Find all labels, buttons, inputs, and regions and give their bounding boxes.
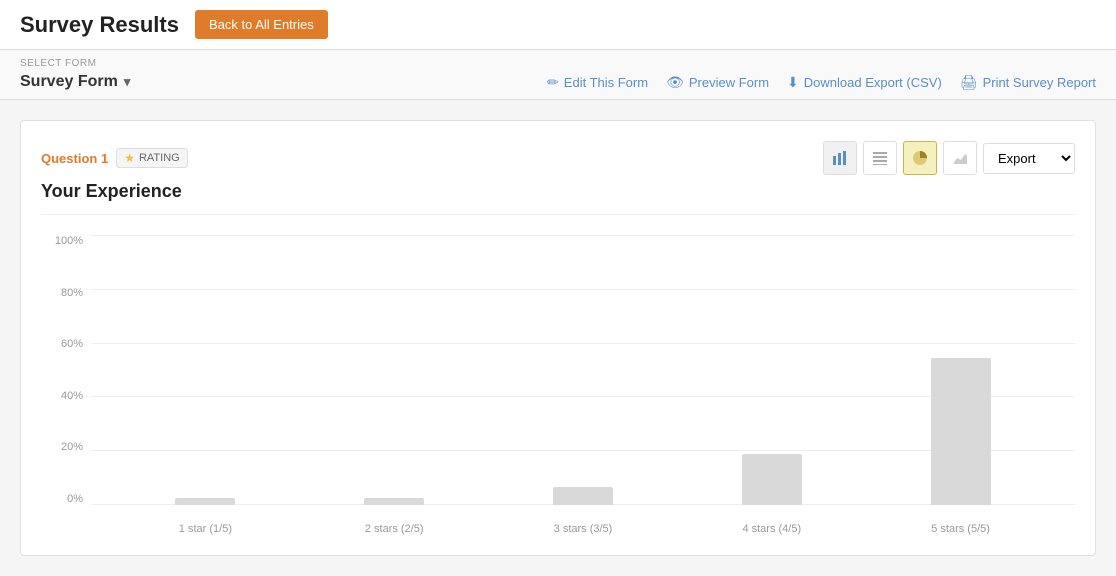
- bar-group: [677, 454, 866, 505]
- preview-form-link[interactable]: 👁 Preview Form: [666, 74, 769, 91]
- top-bar: Survey Results Back to All Entries: [0, 0, 1116, 50]
- bar-group: [489, 487, 678, 505]
- edit-form-link[interactable]: ✏ Edit This Form: [547, 74, 648, 91]
- x-axis-label: 1 star (1/5): [111, 523, 300, 535]
- main-content: Question 1 ★ RATING: [0, 100, 1116, 576]
- pie-chart-button[interactable]: [903, 141, 937, 175]
- question-title: Your Experience: [41, 181, 1075, 202]
- table-chart-button[interactable]: [863, 141, 897, 175]
- bar: [175, 498, 235, 505]
- y-axis-label: 80%: [61, 287, 83, 299]
- print-icon: 🖨: [960, 74, 978, 91]
- rating-badge: ★ RATING: [116, 148, 188, 168]
- bars-container: [91, 235, 1075, 505]
- bar-group: [111, 498, 300, 505]
- edit-form-label: Edit This Form: [564, 75, 648, 90]
- form-toolbar: SELECT FORM Survey Form ▾ ✏ Edit This Fo…: [0, 50, 1116, 100]
- select-form-label: SELECT FORM: [20, 58, 1096, 69]
- y-axis-label: 100%: [55, 235, 83, 247]
- y-axis-label: 20%: [61, 441, 83, 453]
- form-actions: ✏ Edit This Form 👁 Preview Form ⬇ Downlo…: [547, 74, 1096, 91]
- eye-icon: 👁: [666, 74, 684, 91]
- y-axis: 0% 20% 40% 60% 80% 100%: [41, 235, 91, 505]
- print-report-link[interactable]: 🖨 Print Survey Report: [960, 74, 1096, 91]
- divider: [41, 214, 1075, 215]
- bar-chart-button[interactable]: [823, 141, 857, 175]
- question-meta: Question 1 ★ RATING: [41, 148, 188, 168]
- print-report-label: Print Survey Report: [983, 75, 1096, 90]
- x-axis-label: 3 stars (3/5): [489, 523, 678, 535]
- x-labels: 1 star (1/5)2 stars (2/5)3 stars (3/5)4 …: [91, 505, 1075, 535]
- page-title: Survey Results: [20, 12, 179, 38]
- question-header: Question 1 ★ RATING: [41, 141, 1075, 175]
- y-axis-label: 40%: [61, 390, 83, 402]
- question-label: Question 1: [41, 151, 108, 166]
- bar-group: [866, 358, 1055, 505]
- question-card: Question 1 ★ RATING: [20, 120, 1096, 556]
- download-export-link[interactable]: ⬇ Download Export (CSV): [787, 74, 942, 91]
- bar: [931, 358, 991, 505]
- form-toolbar-inner: Survey Form ▾ ✏ Edit This Form 👁 Preview…: [20, 73, 1096, 91]
- download-export-label: Download Export (CSV): [804, 75, 942, 90]
- x-axis-label: 2 stars (2/5): [300, 523, 489, 535]
- bar: [553, 487, 613, 505]
- form-name: Survey Form: [20, 73, 118, 91]
- y-axis-label: 60%: [61, 338, 83, 350]
- y-axis-label: 0%: [67, 493, 83, 505]
- export-select[interactable]: Export PNG SVG: [984, 144, 1074, 173]
- chart-controls: Export PNG SVG: [823, 141, 1075, 175]
- area-chart-button[interactable]: [943, 141, 977, 175]
- chevron-down-icon: ▾: [124, 74, 131, 90]
- rating-type-label: RATING: [139, 152, 180, 164]
- preview-form-label: Preview Form: [689, 75, 769, 90]
- bar-group: [300, 498, 489, 505]
- x-axis-label: 4 stars (4/5): [677, 523, 866, 535]
- chart-area: 0% 20% 40% 60% 80% 100% 1 star (1/5)2 stars (…: [41, 235, 1075, 535]
- star-icon: ★: [124, 151, 135, 165]
- bar: [742, 454, 802, 505]
- bar: [364, 498, 424, 505]
- x-axis-label: 5 stars (5/5): [866, 523, 1055, 535]
- export-dropdown[interactable]: Export PNG SVG: [983, 143, 1075, 174]
- form-selector[interactable]: Survey Form ▾: [20, 73, 130, 91]
- back-to-all-entries-button[interactable]: Back to All Entries: [195, 10, 328, 39]
- download-icon: ⬇: [787, 74, 799, 91]
- edit-icon: ✏: [547, 74, 559, 91]
